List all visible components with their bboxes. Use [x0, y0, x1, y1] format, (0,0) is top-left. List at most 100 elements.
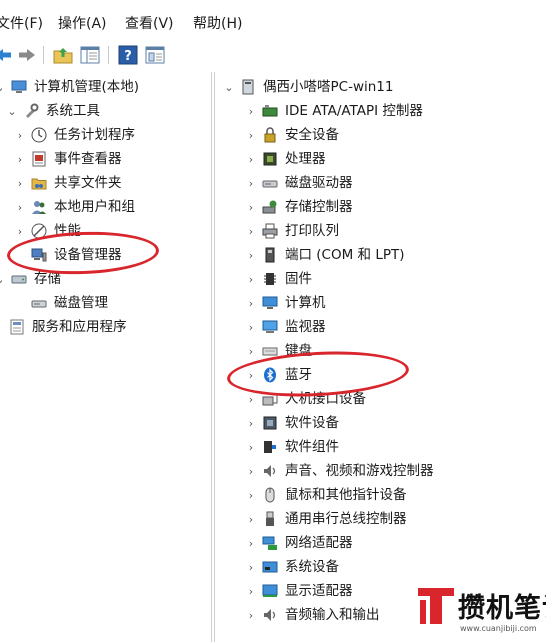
chevron-down-icon[interactable]: ⌄ — [0, 268, 6, 290]
device-category-label: 网络适配器 — [285, 535, 353, 551]
users-icon — [30, 198, 48, 216]
chevron-right-icon[interactable]: › — [245, 292, 257, 314]
menu-bar: 文件(F) 操作(A) 查看(V) 帮助(H) — [0, 0, 546, 40]
tree-item-services-apps[interactable]: 服务和应用程序 — [4, 316, 127, 338]
tree-item-label: 存储 — [34, 271, 61, 287]
menu-file[interactable]: 文件(F) — [0, 15, 43, 33]
device-tree-root[interactable]: ⌄ 偶西小嗒嗒PC-win11 — [223, 76, 393, 98]
chevron-right-icon[interactable]: › — [14, 124, 26, 146]
device-category-processor[interactable]: › 处理器 — [245, 148, 326, 170]
chevron-right-icon[interactable]: › — [245, 340, 257, 362]
chevron-right-icon[interactable]: › — [245, 124, 257, 146]
menu-view[interactable]: 查看(V) — [125, 15, 174, 33]
svg-text:?: ? — [124, 49, 132, 64]
device-category-monitors[interactable]: › 监视器 — [245, 316, 326, 338]
speaker-icon — [261, 462, 279, 480]
device-category-bluetooth[interactable]: › 蓝牙 — [245, 364, 312, 386]
help-icon[interactable]: ? — [117, 44, 139, 66]
device-category-label: IDE ATA/ATAPI 控制器 — [285, 103, 423, 119]
device-category-hid[interactable]: › 人机接口设备 — [245, 388, 366, 410]
device-category-storage-controllers[interactable]: › 存储控制器 — [245, 196, 353, 218]
chevron-right-icon[interactable]: › — [245, 604, 257, 626]
chevron-right-icon[interactable]: › — [245, 532, 257, 554]
device-category-sound[interactable]: › 声音、视频和游戏控制器 — [245, 460, 434, 482]
storage-icon — [10, 270, 28, 288]
tree-item-label: 任务计划程序 — [54, 127, 135, 143]
chevron-right-icon[interactable]: › — [14, 172, 26, 194]
tree-item-local-users[interactable]: › 本地用户和组 — [14, 196, 135, 218]
services-icon — [8, 318, 26, 336]
tree-item-storage[interactable]: ⌄ 存储 — [0, 268, 61, 290]
chevron-down-icon[interactable]: ⌄ — [6, 100, 18, 122]
device-category-display[interactable]: › 显示适配器 — [245, 580, 353, 602]
properties-icon[interactable] — [144, 44, 166, 66]
device-category-system[interactable]: › 系统设备 — [245, 556, 339, 578]
security-device-icon — [261, 126, 279, 144]
up-folder-icon[interactable] — [52, 44, 74, 66]
menu-action[interactable]: 操作(A) — [58, 15, 107, 33]
chevron-right-icon[interactable]: › — [245, 220, 257, 242]
ide-controller-icon — [261, 102, 279, 120]
chevron-down-icon[interactable]: ⌄ — [0, 76, 6, 98]
tree-item-event-viewer[interactable]: › 事件查看器 — [14, 148, 122, 170]
device-category-software-components[interactable]: › 软件组件 — [245, 436, 339, 458]
device-category-ports[interactable]: › 端口 (COM 和 LPT) — [245, 244, 405, 266]
port-icon — [261, 246, 279, 264]
device-category-label: 监视器 — [285, 319, 326, 335]
forward-icon[interactable] — [16, 44, 38, 66]
chevron-right-icon[interactable]: › — [245, 460, 257, 482]
chevron-right-icon[interactable]: › — [245, 268, 257, 290]
chevron-right-icon[interactable]: › — [245, 556, 257, 578]
chevron-right-icon[interactable]: › — [245, 436, 257, 458]
chevron-right-icon[interactable]: › — [245, 148, 257, 170]
device-category-usb[interactable]: › 通用串行总线控制器 — [245, 508, 407, 530]
chevron-right-icon[interactable]: › — [245, 100, 257, 122]
chevron-right-icon[interactable]: › — [245, 196, 257, 218]
watermark-logo — [418, 588, 454, 624]
device-category-label: 软件设备 — [285, 415, 339, 431]
device-category-firmware[interactable]: › 固件 — [245, 268, 312, 290]
chevron-right-icon[interactable]: › — [245, 388, 257, 410]
disk-drive-icon — [261, 174, 279, 192]
mouse-icon — [261, 486, 279, 504]
device-category-mice[interactable]: › 鼠标和其他指针设备 — [245, 484, 407, 506]
chevron-right-icon[interactable]: › — [245, 484, 257, 506]
chevron-right-icon[interactable]: › — [245, 316, 257, 338]
tree-item-performance[interactable]: › 性能 — [14, 220, 81, 242]
tree-item-device-manager[interactable]: 设备管理器 — [26, 244, 122, 266]
device-category-ide[interactable]: › IDE ATA/ATAPI 控制器 — [245, 100, 423, 122]
printer-icon — [261, 222, 279, 240]
device-tree-pane: ⌄ 偶西小嗒嗒PC-win11 › IDE ATA/ATAPI 控制器 › 安全… — [214, 72, 546, 642]
device-category-label: 音频输入和输出 — [285, 607, 380, 623]
device-category-disk-drives[interactable]: › 磁盘驱动器 — [245, 172, 353, 194]
device-category-computer[interactable]: › 计算机 — [245, 292, 326, 314]
device-category-network[interactable]: › 网络适配器 — [245, 532, 353, 554]
back-icon[interactable] — [0, 44, 14, 66]
device-category-keyboards[interactable]: › 键盘 — [245, 340, 312, 362]
show-hide-tree-icon[interactable] — [79, 44, 101, 66]
tree-item-system-tools[interactable]: ⌄ 系统工具 — [6, 100, 100, 122]
chevron-down-icon[interactable]: ⌄ — [223, 76, 235, 98]
tree-item-computer-management[interactable]: ⌄ 计算机管理(本地) — [0, 76, 139, 98]
computer-management-icon — [10, 78, 28, 96]
chevron-right-icon[interactable]: › — [245, 172, 257, 194]
menu-help[interactable]: 帮助(H) — [193, 15, 242, 33]
device-manager-icon — [30, 246, 48, 264]
device-category-security[interactable]: › 安全设备 — [245, 124, 339, 146]
chevron-right-icon[interactable]: › — [14, 196, 26, 218]
disk-management-icon — [30, 294, 48, 312]
firmware-icon — [261, 270, 279, 288]
tree-item-disk-management[interactable]: 磁盘管理 — [26, 292, 108, 314]
device-category-print-queues[interactable]: › 打印队列 — [245, 220, 339, 242]
chevron-right-icon[interactable]: › — [14, 220, 26, 242]
tree-item-task-scheduler[interactable]: › 任务计划程序 — [14, 124, 135, 146]
chevron-right-icon[interactable]: › — [245, 508, 257, 530]
device-category-software-devices[interactable]: › 软件设备 — [245, 412, 339, 434]
chevron-right-icon[interactable]: › — [14, 148, 26, 170]
chevron-right-icon[interactable]: › — [245, 244, 257, 266]
chevron-right-icon[interactable]: › — [245, 580, 257, 602]
device-category-audio-io[interactable]: › 音频输入和输出 — [245, 604, 380, 626]
chevron-right-icon[interactable]: › — [245, 364, 257, 386]
tree-item-shared-folders[interactable]: › 共享文件夹 — [14, 172, 122, 194]
chevron-right-icon[interactable]: › — [245, 412, 257, 434]
